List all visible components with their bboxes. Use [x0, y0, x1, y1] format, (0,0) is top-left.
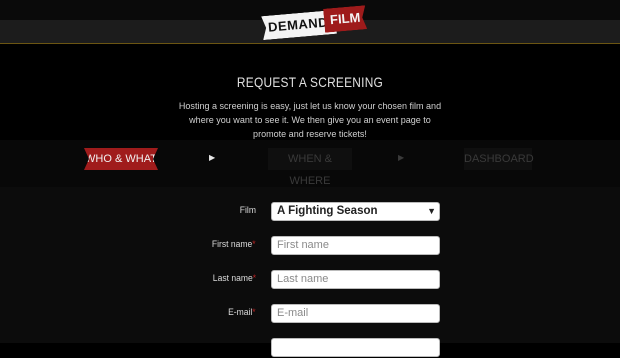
next-input[interactable] [271, 338, 440, 357]
email-row: E-mail* E-mail [0, 304, 620, 324]
page-title: REQUEST A SCREENING [236, 74, 384, 90]
step-arrow-icon: ▶ [398, 153, 405, 162]
next-field-row [0, 338, 620, 358]
film-selected-value: A Fighting Season [277, 205, 378, 217]
logo-word-film: FILM [323, 5, 367, 33]
last-name-label: Last name* [212, 273, 256, 284]
film-row: Film A Fighting Season ▼ [0, 202, 620, 222]
last-name-row: Last name* Last name [0, 270, 620, 290]
email-label: E-mail* [228, 307, 256, 318]
step-arrow-icon: ▶ [209, 153, 216, 162]
film-label: Film [239, 205, 256, 216]
step-progress: WHO & WHAT ▶ WHEN & WHERE ▶ DASHBOARD [0, 140, 620, 187]
intro-text: Hosting a screening is easy, just let us… [178, 101, 442, 140]
step-when-and-where[interactable]: WHEN & WHERE [268, 148, 352, 187]
first-name-row: First name* First name [0, 236, 620, 256]
first-name-input[interactable]: First name [271, 236, 440, 255]
email-input[interactable]: E-mail [271, 304, 440, 323]
chevron-down-icon: ▼ [427, 206, 436, 216]
screening-form: Film A Fighting Season ▼ First name* Fir… [0, 187, 620, 357]
first-name-label: First name* [212, 239, 256, 250]
step-who-and-what[interactable]: WHO & WHAT [84, 148, 158, 170]
step-dashboard[interactable]: DASHBOARD [464, 148, 534, 170]
film-select[interactable]: A Fighting Season ▼ [271, 202, 440, 221]
demand-film-logo[interactable]: DEMAND FILM [262, 6, 360, 42]
last-name-input[interactable]: Last name [271, 270, 440, 289]
top-header: DEMAND FILM [0, 0, 620, 44]
